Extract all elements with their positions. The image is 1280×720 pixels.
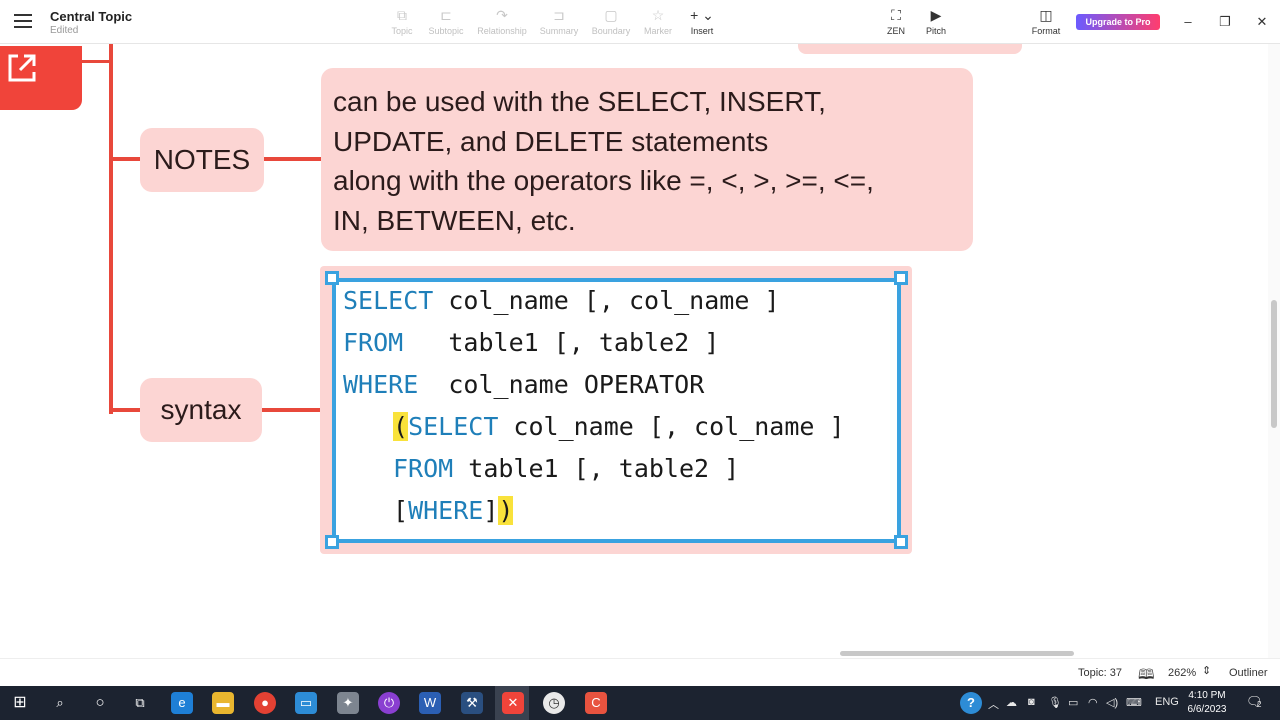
- camera-icon[interactable]: ◙: [1028, 696, 1035, 708]
- relationship-button[interactable]: ↷ Relationship: [476, 6, 528, 36]
- document-title[interactable]: Central Topic: [50, 9, 132, 24]
- topic-node-partial[interactable]: [798, 44, 1022, 54]
- sql-developer-icon[interactable]: ⚒: [461, 692, 483, 714]
- branch-notes: [109, 157, 141, 161]
- zoom-stepper-icon[interactable]: ⇕: [1202, 664, 1211, 677]
- help-icon[interactable]: ?: [960, 692, 982, 714]
- notes-line: UPDATE, and DELETE statements: [333, 125, 769, 157]
- show-hidden-icons-icon[interactable]: ︿: [988, 696, 999, 712]
- resize-handle-bottom-right[interactable]: [894, 535, 908, 549]
- subtopic-button[interactable]: ⊏ Subtopic: [420, 6, 472, 36]
- power-app-icon[interactable]: ⏻: [378, 692, 400, 714]
- pitch-button[interactable]: ▶ Pitch: [910, 6, 962, 36]
- xmind-icon[interactable]: ✕: [502, 692, 524, 714]
- branch-syntax-body: [262, 408, 322, 412]
- cortana-icon[interactable]: ○: [89, 692, 111, 714]
- code-line-3: WHERE col_name OPERATOR: [343, 370, 705, 399]
- minimize-icon[interactable]: –: [1178, 12, 1198, 32]
- subtopic-icon: ⊏: [440, 7, 452, 23]
- battery-icon[interactable]: ▭: [1068, 696, 1078, 709]
- notes-topic[interactable]: NOTES: [140, 128, 264, 192]
- microphone-icon[interactable]: 🎙: [1048, 696, 1062, 709]
- windows-start-icon[interactable]: ⊞: [9, 692, 31, 714]
- plus-icon: + ⌄: [690, 7, 714, 23]
- chrome-icon[interactable]: ●: [254, 692, 276, 714]
- resize-handle-top-right[interactable]: [894, 271, 908, 285]
- format-button[interactable]: ◫ Format: [1020, 6, 1072, 36]
- code-line-6: [WHERE]): [393, 496, 514, 525]
- code-line-4: (SELECT col_name [, col_name ]: [393, 412, 845, 441]
- clock[interactable]: 4:10 PM 6/6/2023: [1180, 689, 1234, 717]
- horizontal-scroll-thumb[interactable]: [840, 651, 1074, 656]
- volume-icon[interactable]: ◁): [1106, 696, 1118, 709]
- tray-app-icon[interactable]: ☁: [1006, 696, 1017, 709]
- format-panel-icon: ◫: [1039, 7, 1053, 23]
- zoom-level[interactable]: 262%: [1168, 667, 1196, 679]
- code-line-1: SELECT col_name [, col_name ]: [343, 286, 780, 315]
- resize-handle-bottom-left[interactable]: [325, 535, 339, 549]
- upgrade-button[interactable]: Upgrade to Pro: [1076, 14, 1160, 30]
- vertical-scroll-thumb[interactable]: [1271, 300, 1277, 428]
- notes-line: IN, BETWEEN, etc.: [333, 204, 576, 236]
- keyboard-icon[interactable]: ⌨: [1126, 696, 1142, 709]
- branch-syntax: [109, 408, 141, 412]
- syntax-topic[interactable]: syntax: [140, 378, 262, 442]
- external-link-icon: [8, 54, 36, 82]
- boundary-button[interactable]: ▢ Boundary: [585, 6, 637, 36]
- syntax-code-image[interactable]: SELECT col_name [, col_name ] FROM table…: [332, 278, 901, 543]
- notes-line: can be used with the SELECT, INSERT,: [333, 86, 826, 117]
- branch-trunk: [109, 44, 113, 414]
- code-line-5: FROM table1 [, table2 ]: [393, 454, 740, 483]
- wifi-icon[interactable]: ◠: [1088, 696, 1098, 709]
- app-icon[interactable]: ✦: [337, 692, 359, 714]
- play-icon: ▶: [930, 7, 942, 23]
- insert-button[interactable]: + ⌄ Insert: [676, 6, 728, 36]
- xmind-window: Central Topic Edited ⧉ Topic ⊏ Subtopic …: [0, 0, 1280, 720]
- notification-count: 2: [1257, 700, 1262, 709]
- search-icon[interactable]: ⌕: [49, 692, 71, 714]
- boundary-icon: ▢: [604, 7, 618, 23]
- notes-line: along with the operators like =, <, >, >…: [333, 165, 874, 196]
- relationship-icon: ↷: [496, 7, 508, 23]
- task-view-icon[interactable]: ⧉: [129, 692, 151, 714]
- toolbar: Central Topic Edited ⧉ Topic ⊏ Subtopic …: [0, 0, 1280, 44]
- notes-content-topic[interactable]: can be used with the SELECT, INSERT, UPD…: [321, 68, 973, 251]
- branch-notes-body: [264, 157, 322, 161]
- map-book-icon[interactable]: 🕮: [1138, 664, 1155, 688]
- code-line-2: FROM table1 [, table2 ]: [343, 328, 720, 357]
- outliner-button[interactable]: Outliner: [1229, 667, 1268, 679]
- restore-icon[interactable]: ❐: [1215, 12, 1235, 32]
- resize-handle-top-left[interactable]: [325, 271, 339, 285]
- edge-icon[interactable]: e: [171, 692, 193, 714]
- summary-icon: ⊐: [553, 7, 565, 23]
- clock-app-icon[interactable]: ◷: [543, 692, 565, 714]
- windows-taskbar: ⊞ ⌕ ○ ⧉ e ▬ ● ▭ ✦ ⏻ W ⚒ ✕ ◷ C ? ︿ ☁ ◙ 🎙 …: [0, 686, 1280, 720]
- vertical-scrollbar[interactable]: [1268, 44, 1280, 658]
- branch-line: [82, 60, 112, 63]
- document-status: Edited: [50, 25, 79, 36]
- horizontal-scrollbar[interactable]: [0, 648, 1268, 658]
- summary-button[interactable]: ⊐ Summary: [533, 6, 585, 36]
- language-indicator[interactable]: ENG: [1155, 696, 1179, 708]
- mindmap-canvas[interactable]: NOTES syntax can be used with the SELECT…: [0, 44, 1268, 658]
- parent-topic-node[interactable]: [0, 46, 82, 110]
- close-icon[interactable]: ✕: [1252, 12, 1272, 32]
- status-bar: Topic: 37 🕮 262% ⇕ Outliner: [0, 658, 1280, 686]
- recorder-app-icon[interactable]: C: [585, 692, 607, 714]
- file-explorer-icon[interactable]: ▬: [212, 692, 234, 714]
- topic-count: Topic: 37: [1078, 667, 1123, 679]
- menu-icon[interactable]: [14, 14, 32, 28]
- remote-desktop-icon[interactable]: ▭: [295, 692, 317, 714]
- word-icon[interactable]: W: [419, 692, 441, 714]
